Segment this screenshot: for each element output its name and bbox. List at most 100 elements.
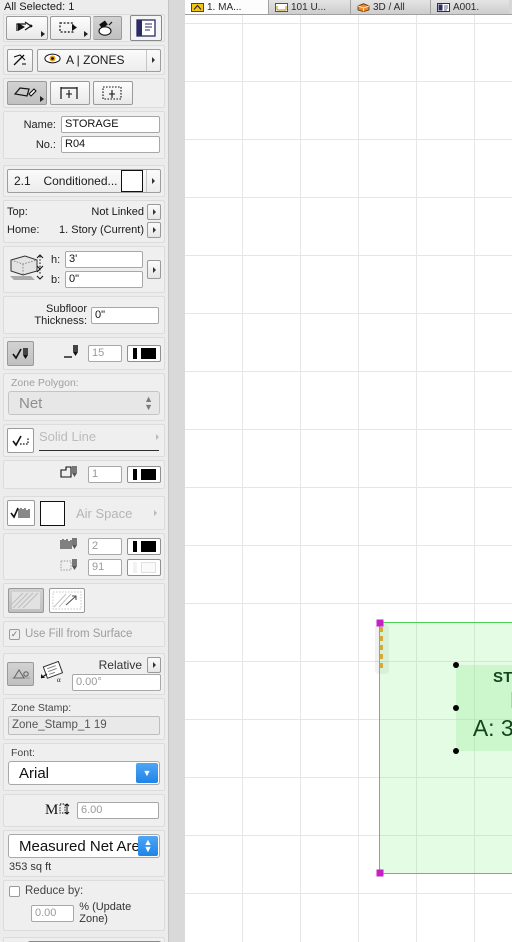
zone-category-color-swatch[interactable] <box>121 170 143 192</box>
zone-stamp-number: R04 <box>456 687 512 714</box>
hatch-pen-1-input[interactable]: 2 <box>88 537 122 555</box>
angle-input[interactable]: 0.00° <box>72 674 161 691</box>
use-fill-label: Use Fill from Surface <box>25 628 133 640</box>
subfloor-label: Subfloor Thickness: <box>34 303 87 327</box>
reduce-by-checkbox[interactable] <box>9 885 20 897</box>
layer-intersection-icon <box>13 54 26 66</box>
zone-inner-edge-button[interactable] <box>50 81 90 105</box>
height-popup-arrow-icon[interactable] <box>147 260 161 279</box>
zone-settings-icon <box>136 19 156 37</box>
zone-contour-pen-input[interactable]: 15 <box>88 345 122 362</box>
tab-layout[interactable]: A001. <box>431 0 509 14</box>
reduce-by-input[interactable]: 0.00 <box>31 904 75 922</box>
font-select[interactable]: Arial ▼ <box>8 761 160 785</box>
area-result-value: 353 sq ft <box>9 861 52 873</box>
no-input[interactable]: R04 <box>61 136 160 153</box>
layer-name: A | ZONES <box>66 53 125 67</box>
subfloor-input[interactable]: 0" <box>91 306 159 324</box>
fill-pattern-gradient-button[interactable] <box>49 588 85 613</box>
area-type-select[interactable]: Measured Net Area ▲ ▼ <box>8 834 160 858</box>
tab-floorplan[interactable]: 1. MA... <box>185 0 269 14</box>
top-label: Top: <box>7 206 28 218</box>
tab-3d[interactable]: 3D / All <box>351 0 431 14</box>
zone-category-group: 2.1 Conditioned... <box>3 165 165 197</box>
zone-surface-label: Air Space <box>76 505 133 521</box>
view-tab-bar: 1. MA... 101 U... 3D / All A001. <box>185 0 512 15</box>
zone-reference-line-button[interactable] <box>93 81 133 105</box>
zone-vertex-top-left[interactable] <box>376 619 384 627</box>
fill-pattern-solid-button[interactable] <box>8 588 44 613</box>
zone-stamp[interactable]: STORAGE R04 A: 353 sq ft <box>453 662 512 754</box>
zone-line-type-selector[interactable]: Solid Line <box>39 429 161 452</box>
layer-intersection-button[interactable] <box>7 48 33 72</box>
font-dropdown-button[interactable]: ▼ <box>136 763 158 783</box>
zone-stamp-pen-group: 1 <box>3 460 165 489</box>
zone-stamp-value[interactable]: Zone_Stamp_1 19 <box>8 716 160 735</box>
height-input[interactable]: 3' <box>65 251 143 268</box>
zone-line-toggle-button[interactable] <box>7 428 34 453</box>
zone-line-type-arrow-icon <box>156 433 159 440</box>
zone-category-selector[interactable]: 2.1 Conditioned... <box>7 169 161 193</box>
section-icon <box>275 2 288 12</box>
zone-polygon-manual-button[interactable] <box>7 81 47 105</box>
pen-color-block <box>140 348 156 359</box>
marquee-tool-button[interactable] <box>49 16 92 40</box>
use-fill-checkbox[interactable]: ✓ <box>9 628 20 640</box>
paint-bucket-icon <box>98 20 113 36</box>
layout-icon <box>437 2 450 12</box>
paint-bucket-tool-button[interactable] <box>93 16 123 40</box>
stamp-handle-middle-left[interactable] <box>453 705 459 711</box>
zone-polygon-manual-icon <box>13 87 37 97</box>
name-input[interactable]: STORAGE <box>61 116 160 133</box>
fill-orientation-link-button[interactable] <box>7 662 34 686</box>
zone-hatch-pen-group: 2 91 <box>3 533 165 580</box>
zone-settings-button[interactable] <box>130 15 162 41</box>
zone-contour-toggle-button[interactable] <box>7 341 34 366</box>
layer-selector[interactable]: A | ZONES <box>37 48 161 72</box>
zone-stamp-name: STORAGE <box>492 669 512 686</box>
home-popup-arrow-icon[interactable] <box>147 222 161 238</box>
zone-polygon-select[interactable]: Net ▲ ▼ <box>8 391 160 415</box>
use-fill-from-surface-row[interactable]: ✓ Use Fill from Surface <box>3 621 165 647</box>
base-input[interactable]: 0" <box>65 271 143 288</box>
pointer-tool-icon <box>16 21 33 31</box>
app-window: All Selected: 1 A | ZONES Name: STORAGE … <box>0 0 512 942</box>
zone-category-label: Conditioned... <box>43 174 118 188</box>
zone-contour-group: 15 <box>3 337 165 370</box>
zone-surface-toggle-button[interactable] <box>7 500 35 526</box>
zone-height-diagram-icon <box>7 252 47 287</box>
marquee-tool-chevron-icon <box>84 31 89 37</box>
top-popup-arrow-icon[interactable] <box>147 204 161 220</box>
reduce-by-label: Reduce by: <box>25 885 84 897</box>
text-size-input[interactable]: 6.00 <box>77 802 159 819</box>
hatch-pen-2-input[interactable]: 91 <box>88 558 122 576</box>
floor-plan-canvas[interactable]: 1. MA... 101 U... 3D / All A001. ST A: 3 <box>185 0 512 942</box>
hatch-pen-2-swatch[interactable] <box>127 558 161 576</box>
hatch-direction-icon <box>52 591 82 610</box>
tab-label: 101 U... <box>291 1 327 13</box>
pointer-tool-button[interactable] <box>6 16 48 40</box>
no-label: No.: <box>35 138 56 151</box>
zone-stamp-label: Zone Stamp: <box>11 702 72 714</box>
pen-weight-bar <box>133 469 137 480</box>
area-calculation-group: Measured Net Area ▲ ▼ 353 sq ft <box>3 830 165 877</box>
zone-stamp-pen-input[interactable]: 1 <box>88 466 122 483</box>
stamp-handle-top-left[interactable] <box>453 662 459 668</box>
font-value: Arial <box>19 764 50 782</box>
subfloor-group: Subfloor Thickness: 0" <box>3 296 165 334</box>
zone-stamp-pen-swatch[interactable] <box>127 466 161 483</box>
layer-popup-arrow-icon[interactable] <box>146 49 160 71</box>
marquee-tool-icon <box>59 22 78 33</box>
angle-mode-arrow-icon[interactable] <box>147 657 161 673</box>
zone-vertex-bottom-left[interactable] <box>376 869 384 877</box>
zone-contour-pen-swatch[interactable] <box>127 345 161 362</box>
zone-line-type-group: Solid Line <box>3 424 165 457</box>
tab-section[interactable]: 101 U... <box>269 0 351 14</box>
zone-category-popup-arrow-icon[interactable] <box>146 170 160 192</box>
stamp-handle-bottom-left[interactable] <box>453 748 459 754</box>
zone-polygon-group: Zone Polygon: Net ▲ ▼ <box>3 373 165 421</box>
reduce-by-group: Reduce by: 0.00 % (Update Zone) <box>3 880 165 931</box>
hatch-pen-1-swatch[interactable] <box>127 537 161 555</box>
zone-surface-color-swatch[interactable] <box>40 500 65 526</box>
area-type-stepper-button[interactable]: ▲ ▼ <box>138 836 158 856</box>
